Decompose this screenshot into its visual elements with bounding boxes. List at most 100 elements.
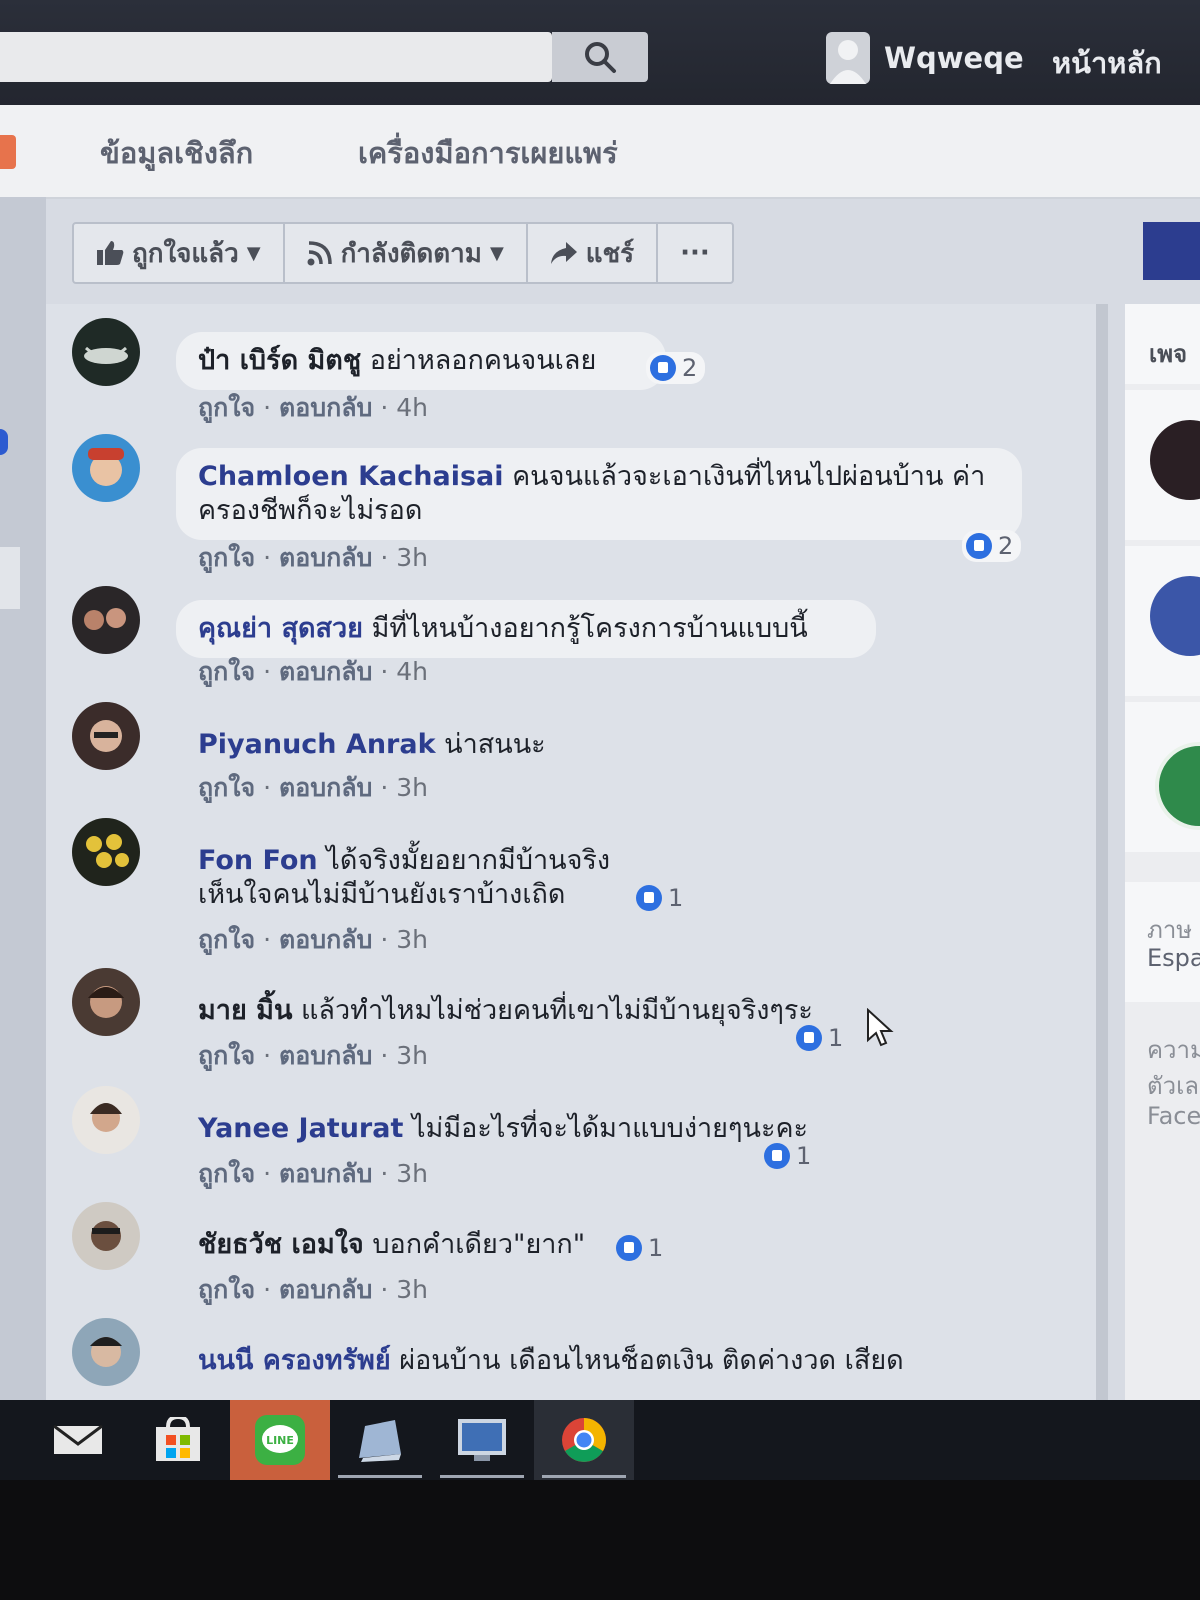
footer-link[interactable]: ความ (1147, 1030, 1200, 1069)
reaction-count[interactable]: 1 (760, 1140, 819, 1172)
avatar-image (72, 1318, 140, 1386)
reply-link[interactable]: ตอบกลับ (279, 657, 372, 686)
like-reaction-icon (650, 355, 676, 381)
commenter-avatar[interactable] (72, 586, 140, 654)
taskbar-app[interactable] (330, 1400, 430, 1480)
comment-text: มีที่ไหนบ้างอยากรู้โครงการบ้านแบบนี้ (371, 613, 808, 644)
sidebar-card[interactable] (1125, 390, 1200, 540)
user-avatar-icon (826, 32, 870, 84)
reply-link[interactable]: ตอบกลับ (279, 543, 372, 572)
like-link[interactable]: ถูกใจ (198, 925, 255, 954)
page-thumbnail[interactable] (1155, 742, 1200, 830)
avatar-image (72, 1086, 140, 1154)
commenter-name[interactable]: นนนี ครองทรัพย์ (198, 1345, 391, 1376)
commenter-avatar[interactable] (72, 702, 140, 770)
comment-time[interactable]: 3h (396, 1041, 428, 1070)
comment-time[interactable]: 3h (396, 1159, 428, 1188)
comment-time[interactable]: 3h (396, 543, 428, 572)
user-name: Wqweqe (884, 41, 1024, 75)
avatar-image (72, 968, 140, 1036)
sidebar-indicator (0, 429, 8, 455)
comment-text: บอกคำเดียว"ยาก" (372, 1229, 586, 1260)
like-link[interactable]: ถูกใจ (198, 1041, 255, 1070)
reply-link[interactable]: ตอบกลับ (279, 1159, 372, 1188)
comment-bubble: Piyanuch Anrak น่าสนนะ (176, 716, 568, 774)
page-thumbnail[interactable] (1150, 420, 1200, 500)
taskbar-chrome[interactable] (534, 1400, 634, 1480)
page-actions: ถูกใจแล้ว ▼ กำลังติดตาม ▼ แชร์ ··· (72, 222, 734, 284)
like-link[interactable]: ถูกใจ (198, 1275, 255, 1304)
reaction-number: 1 (668, 884, 684, 912)
like-link[interactable]: ถูกใจ (198, 773, 255, 802)
sidebar-header: เพจ (1149, 340, 1188, 368)
reaction-count[interactable]: 1 (612, 1232, 671, 1264)
commenter-avatar[interactable] (72, 968, 140, 1036)
sidebar-chip (0, 547, 20, 609)
mail-icon (53, 1424, 103, 1454)
reply-link[interactable]: ตอบกลับ (279, 393, 372, 422)
search-button[interactable] (552, 32, 648, 82)
comment-meta: ถูกใจ · ตอบกลับ · 4h (198, 657, 429, 686)
comment-meta: ถูกใจ · ตอบกลับ · 3h (198, 543, 429, 572)
footer-link[interactable]: ตัวเล (1147, 1066, 1199, 1105)
like-link[interactable]: ถูกใจ (198, 543, 255, 572)
commenter-name[interactable]: Piyanuch Anrak (198, 729, 436, 760)
commenter-avatar[interactable] (72, 434, 140, 502)
commenter-name[interactable]: มาย มิ้น (198, 995, 292, 1026)
monitor-bezel (0, 1480, 1200, 1600)
sidebar-card[interactable] (1125, 546, 1200, 696)
share-button[interactable]: แชร์ (528, 224, 659, 282)
profile-link[interactable]: Wqweqe (826, 28, 1024, 88)
commenter-avatar[interactable] (72, 1202, 140, 1270)
tab-publishing-tools[interactable]: เครื่องมือการเผยแพร่ (358, 130, 618, 176)
avatar-image (72, 1202, 140, 1270)
commenter-name[interactable]: Chamloen Kachaisai (198, 461, 504, 492)
taskbar-mail[interactable] (28, 1400, 128, 1480)
comment-text: อย่าหลอกคนจนเลย (369, 345, 597, 376)
comment-bubble: Fon Fon ได้จริงมั้ยอยากมีบ้านจริง เห็นใจ… (176, 832, 696, 924)
reply-link[interactable]: ตอบกลับ (279, 925, 372, 954)
commenter-name[interactable]: ป๋า เบิร์ด มิตชู (198, 345, 361, 376)
taskbar-line[interactable]: LINE (230, 1400, 330, 1480)
commenter-name[interactable]: คุณย่า สุดสวย (198, 613, 363, 644)
commenter-name[interactable]: Fon Fon (198, 845, 318, 876)
reaction-count[interactable]: 2 (646, 352, 706, 384)
language-option[interactable]: Espa (1147, 944, 1200, 972)
like-link[interactable]: ถูกใจ (198, 657, 255, 686)
avatar-image (72, 702, 140, 770)
comment-time[interactable]: 4h (396, 657, 428, 686)
page-thumbnail[interactable] (1150, 576, 1200, 656)
commenter-avatar[interactable] (72, 318, 140, 386)
comment-time[interactable]: 4h (396, 393, 428, 422)
primary-action-button[interactable] (1143, 222, 1200, 280)
reaction-count[interactable]: 1 (792, 1022, 851, 1054)
like-reaction-icon (966, 533, 992, 559)
reaction-count[interactable]: 1 (632, 882, 691, 914)
comment-time[interactable]: 3h (396, 925, 428, 954)
taskbar-store[interactable] (128, 1400, 228, 1480)
commenter-name[interactable]: ชัยธวัช เอมใจ (198, 1229, 364, 1260)
commenter-avatar[interactable] (72, 1086, 140, 1154)
windows-taskbar: LINE (0, 1400, 1200, 1480)
like-link[interactable]: ถูกใจ (198, 1159, 255, 1188)
comment-bubble: คุณย่า สุดสวย มีที่ไหนบ้างอยากรู้โครงการ… (176, 600, 876, 658)
liked-button[interactable]: ถูกใจแล้ว ▼ (74, 224, 285, 282)
comment-time[interactable]: 3h (396, 1275, 428, 1304)
more-options-button[interactable]: ··· (658, 224, 732, 282)
reaction-count[interactable]: 2 (962, 530, 1022, 562)
commenter-avatar[interactable] (72, 1318, 140, 1386)
reply-link[interactable]: ตอบกลับ (279, 1275, 372, 1304)
like-link[interactable]: ถูกใจ (198, 393, 255, 422)
taskbar-control-panel[interactable] (432, 1400, 532, 1480)
search-input[interactable] (0, 32, 552, 82)
tab-insights[interactable]: ข้อมูลเชิงลึก (100, 130, 253, 176)
commenter-avatar[interactable] (72, 818, 140, 886)
comment-time[interactable]: 3h (396, 773, 428, 802)
reply-link[interactable]: ตอบกลับ (279, 1041, 372, 1070)
following-button[interactable]: กำลังติดตาม ▼ (285, 224, 528, 282)
commenter-name[interactable]: Yanee Jaturat (198, 1113, 403, 1144)
reply-link[interactable]: ตอบกลับ (279, 773, 372, 802)
footer-link[interactable]: Face (1147, 1102, 1200, 1130)
home-link[interactable]: หน้าหลัก (1052, 40, 1162, 86)
sidebar-card[interactable] (1125, 702, 1200, 852)
